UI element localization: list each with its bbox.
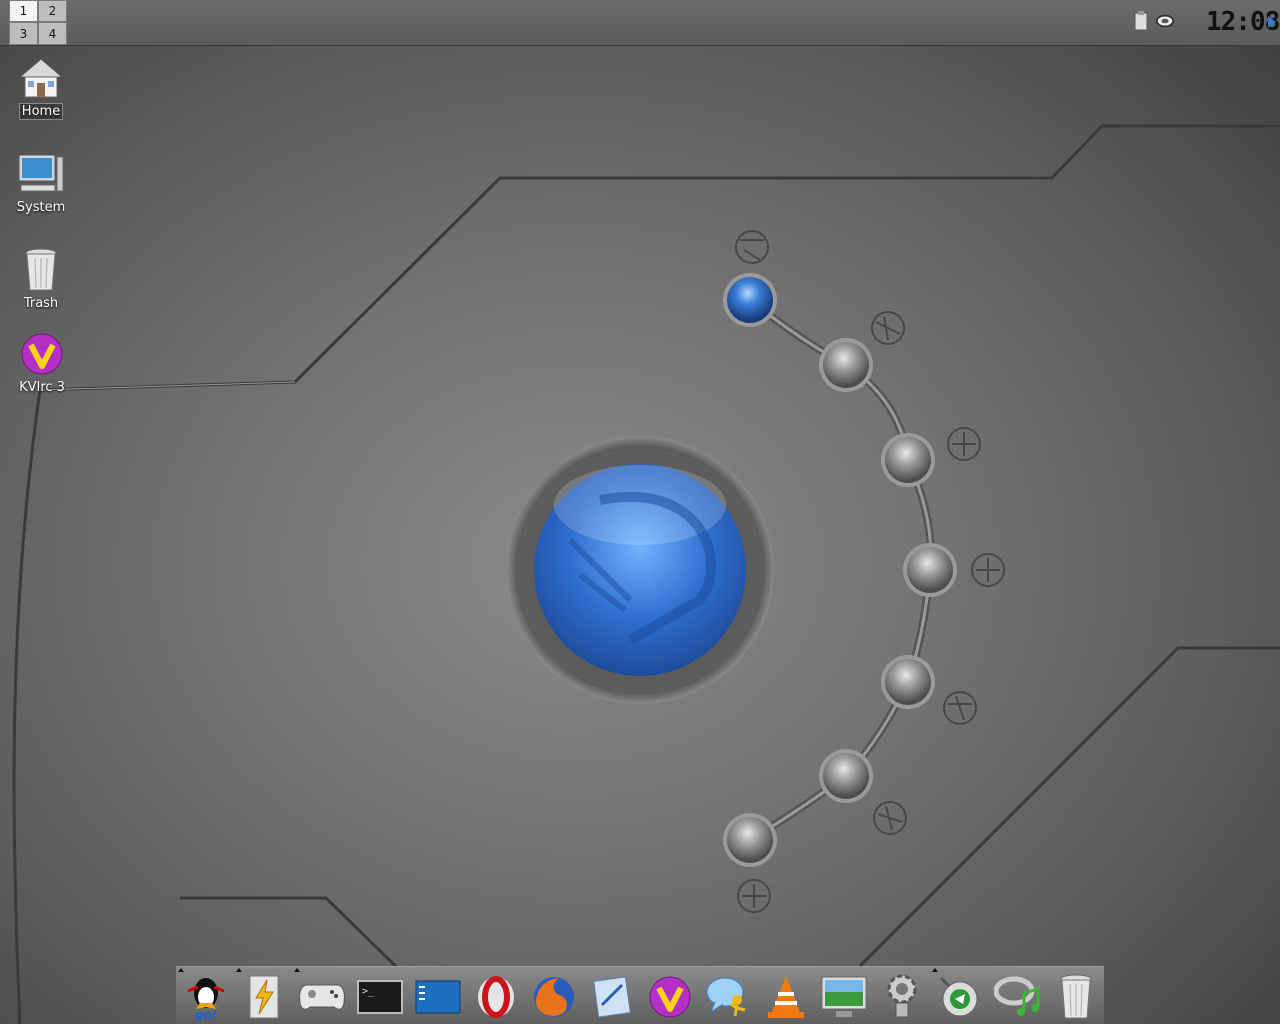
desktop-pager: 1 2 3 4	[9, 0, 67, 45]
dock-chat-icon[interactable]	[702, 971, 754, 1023]
orb-button-7[interactable]	[723, 813, 777, 867]
dock-window-manager-icon[interactable]	[412, 971, 464, 1023]
home-icon	[17, 54, 65, 102]
panel-expand-arrow-icon[interactable]	[1268, 16, 1276, 28]
dock-vlc-icon[interactable]	[760, 971, 812, 1023]
desktop-icon-system[interactable]: System	[1, 150, 81, 215]
desktop-icon-home[interactable]: Home	[1, 54, 81, 120]
orb-button-1[interactable]	[723, 273, 777, 327]
computer-icon	[17, 150, 65, 198]
dock-gamepad-icon[interactable]	[296, 971, 348, 1023]
svg-text:>_: >_	[362, 986, 375, 997]
dock-trash-can-icon[interactable]	[1050, 971, 1102, 1023]
system-tray	[1132, 10, 1174, 32]
network-tray-icon[interactable]	[1156, 10, 1174, 32]
orb-button-2[interactable]	[819, 338, 873, 392]
orb-button-4[interactable]	[903, 543, 957, 597]
dock-monitor-icon[interactable]	[818, 971, 870, 1023]
dock-firefox-icon[interactable]	[528, 971, 580, 1023]
dock-kvirc-icon[interactable]	[644, 971, 696, 1023]
desktop-icon-label: Trash	[23, 296, 59, 311]
desktop-icon-kvirc[interactable]: KVIrc 3	[2, 330, 82, 395]
orb-button-5[interactable]	[881, 655, 935, 709]
dock-file-manager-icon[interactable]	[238, 971, 290, 1023]
clock[interactable]: 12:08	[1206, 7, 1280, 37]
dock-network-icon[interactable]	[934, 971, 986, 1023]
dock-mail-icon[interactable]	[586, 971, 638, 1023]
dock-opera-icon[interactable]	[470, 971, 522, 1023]
clipboard-tray-icon[interactable]	[1132, 10, 1150, 32]
desktop[interactable]: 1 2 3 4 12:08 Home System Trash KVIrc 3 …	[0, 0, 1280, 1024]
pager-desktop-1[interactable]: 1	[9, 0, 38, 22]
dock-tux-go-icon[interactable]: go!	[180, 971, 232, 1023]
trash-icon	[17, 246, 65, 294]
kvirc-icon	[18, 330, 66, 378]
pager-desktop-3[interactable]: 3	[9, 22, 38, 45]
dock-terminal-icon[interactable]: >_	[354, 971, 406, 1023]
dock-music-icon[interactable]	[992, 971, 1044, 1023]
svg-text:go!: go!	[195, 1008, 217, 1021]
orb-button-3[interactable]	[881, 433, 935, 487]
orb-button-6[interactable]	[819, 749, 873, 803]
dock-system-settings-icon[interactable]	[876, 971, 928, 1023]
main-orb-button[interactable]	[534, 464, 746, 676]
desktop-icon-trash[interactable]: Trash	[1, 246, 81, 311]
desktop-icon-label: KVIrc 3	[19, 380, 65, 395]
top-panel: 1 2 3 4 12:08	[0, 0, 1280, 46]
desktop-icon-label: System	[16, 200, 66, 215]
pager-desktop-4[interactable]: 4	[38, 22, 67, 45]
desktop-icon-label: Home	[18, 103, 64, 120]
dock-panel: go! >_	[176, 966, 1104, 1024]
pager-desktop-2[interactable]: 2	[38, 0, 67, 22]
